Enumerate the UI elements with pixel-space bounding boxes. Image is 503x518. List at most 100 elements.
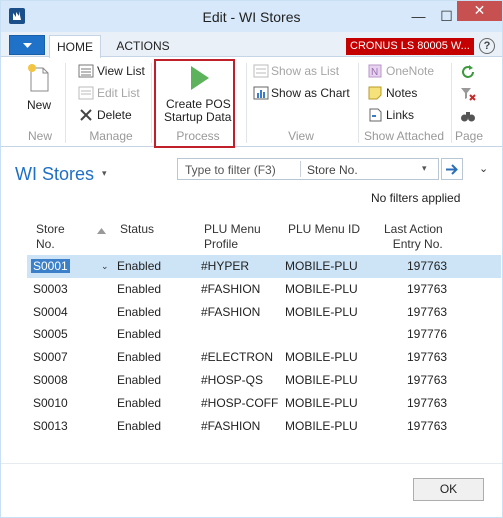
cell-plu-menu-id[interactable]: MOBILE-PLU <box>285 350 358 364</box>
page-title[interactable]: WI Stores <box>15 164 94 185</box>
cell-store-no[interactable]: S0013 <box>33 419 68 433</box>
company-badge[interactable]: CRONUS LS 80005 W... <box>346 38 474 55</box>
column-header-plu-menu-profile[interactable]: PLU Menu Profile <box>204 222 261 252</box>
cell-plu-menu-profile[interactable]: #ELECTRON <box>201 350 273 364</box>
cell-last-action-entry-no[interactable]: 197776 <box>407 327 447 341</box>
header-line: Status <box>120 222 155 236</box>
tab-home[interactable]: HOME <box>49 35 101 58</box>
delete-label: Delete <box>97 108 132 122</box>
cell-plu-menu-id[interactable]: MOBILE-PLU <box>285 419 358 433</box>
cell-store-no[interactable]: S0010 <box>33 396 68 410</box>
close-button[interactable]: ✕ <box>457 1 502 21</box>
table-row[interactable]: S0003 Enabled #FASHION MOBILE-PLU 197763 <box>27 278 501 301</box>
sort-ascending-icon <box>97 228 106 234</box>
cell-last-action-entry-no[interactable]: 197763 <box>407 259 447 273</box>
group-label-show-attached: Show Attached <box>363 129 445 143</box>
cell-last-action-entry-no[interactable]: 197763 <box>407 305 447 319</box>
cell-plu-menu-profile[interactable]: #HOSP-QS <box>201 373 263 387</box>
new-button-label: New <box>27 98 52 112</box>
filter-divider <box>300 161 301 177</box>
filter-field-select[interactable]: Store No. <box>307 163 358 177</box>
cell-status[interactable]: Enabled <box>117 259 161 273</box>
refresh-icon[interactable] <box>460 64 476 80</box>
filter-box: Type to filter (F3) Store No. ▾ <box>177 158 439 180</box>
table-row[interactable]: S0001 Enabled #HYPER MOBILE-PLU 197763 ⌄ <box>27 255 501 278</box>
notes-icon <box>368 86 382 100</box>
ribbon-divider <box>358 63 359 143</box>
cell-plu-menu-id[interactable]: MOBILE-PLU <box>285 259 358 273</box>
column-header-plu-menu-id[interactable]: PLU Menu ID <box>288 222 360 237</box>
minimize-button[interactable]: — <box>405 7 432 27</box>
show-as-chart-label: Show as Chart <box>271 86 350 100</box>
svg-text:N: N <box>371 67 378 78</box>
cell-last-action-entry-no[interactable]: 197763 <box>407 419 447 433</box>
cell-status[interactable]: Enabled <box>117 419 161 433</box>
show-as-chart-icon <box>253 86 269 100</box>
cell-plu-menu-id[interactable]: MOBILE-PLU <box>285 396 358 410</box>
filter-field-dropdown-icon[interactable]: ▾ <box>422 163 427 174</box>
table-row[interactable]: S0005 Enabled 197776 <box>27 323 501 346</box>
cell-plu-menu-profile[interactable]: #FASHION <box>201 305 260 319</box>
table-row[interactable]: S0007 Enabled #ELECTRON MOBILE-PLU 197763 <box>27 346 501 369</box>
ribbon-divider <box>451 63 452 143</box>
cell-last-action-entry-no[interactable]: 197763 <box>407 396 447 410</box>
cell-last-action-entry-no[interactable]: 197763 <box>407 350 447 364</box>
column-header-last-action-entry-no[interactable]: Last Action Entry No. <box>384 222 443 252</box>
find-binoculars-icon[interactable] <box>460 108 476 124</box>
table-row[interactable]: S0004 Enabled #FASHION MOBILE-PLU 197763 <box>27 301 501 324</box>
cell-plu-menu-profile[interactable]: #FASHION <box>201 282 260 296</box>
cell-last-action-entry-no[interactable]: 197763 <box>407 373 447 387</box>
cell-status[interactable]: Enabled <box>117 282 161 296</box>
header-line: No. <box>36 237 55 251</box>
links-label: Links <box>386 108 415 122</box>
table-row[interactable]: S0013 Enabled #FASHION MOBILE-PLU 197763 <box>27 415 501 438</box>
group-label-page: Page <box>454 129 484 143</box>
table-row[interactable]: S0008 Enabled #HOSP-QS MOBILE-PLU 197763 <box>27 369 501 392</box>
page-title-caret-icon[interactable]: ▾ <box>102 168 107 179</box>
edit-list-icon <box>78 86 94 100</box>
clear-filter-icon[interactable] <box>460 86 476 102</box>
header-line: Profile <box>204 237 239 251</box>
column-header-status[interactable]: Status <box>120 222 154 237</box>
help-icon[interactable]: ? <box>479 38 495 54</box>
edit-wi-stores-window: Edit - WI Stores — ☐ ✕ HOME ACTIONS CRON… <box>0 0 503 518</box>
column-header-store-no[interactable]: Store No. <box>36 222 65 252</box>
cell-status[interactable]: Enabled <box>117 396 161 410</box>
cell-plu-menu-profile[interactable]: #FASHION <box>201 419 260 433</box>
cell-plu-menu-profile[interactable]: #HOSP-COFF <box>201 396 278 410</box>
onenote-label: OneNote <box>386 64 435 78</box>
filter-input[interactable]: Type to filter (F3) <box>185 163 276 177</box>
tab-actions[interactable]: ACTIONS <box>111 37 175 57</box>
cell-plu-menu-profile[interactable]: #HYPER <box>201 259 249 273</box>
cell-plu-menu-id[interactable]: MOBILE-PLU <box>285 305 358 319</box>
ribbon-divider <box>151 63 152 143</box>
table-row[interactable]: S0010 Enabled #HOSP-COFF MOBILE-PLU 197763 <box>27 392 501 415</box>
cell-status[interactable]: Enabled <box>117 373 161 387</box>
title-bar: Edit - WI Stores — ☐ ✕ <box>1 1 502 32</box>
group-label-new: New <box>27 129 52 143</box>
cell-status[interactable]: Enabled <box>117 327 161 341</box>
cell-store-no[interactable]: S0007 <box>33 350 68 364</box>
header-line: PLU Menu <box>204 222 261 236</box>
no-filters-text: No filters applied <box>371 191 461 205</box>
application-menu-button[interactable] <box>9 35 45 55</box>
cell-store-no[interactable]: S0001 <box>31 259 70 273</box>
cell-plu-menu-id[interactable]: MOBILE-PLU <box>285 373 358 387</box>
cell-last-action-entry-no[interactable]: 197763 <box>407 282 447 296</box>
cell-plu-menu-id[interactable]: MOBILE-PLU <box>285 282 358 296</box>
apply-filter-button[interactable] <box>441 158 463 180</box>
ribbon-divider <box>246 63 247 143</box>
show-as-list-icon <box>253 64 269 78</box>
cell-store-no[interactable]: S0004 <box>33 305 68 319</box>
group-label-view: View <box>288 129 314 143</box>
maximize-button[interactable]: ☐ <box>433 7 460 27</box>
row-dropdown-icon[interactable]: ⌄ <box>101 261 109 272</box>
cell-store-no[interactable]: S0005 <box>33 327 68 341</box>
cell-store-no[interactable]: S0003 <box>33 282 68 296</box>
ok-button[interactable]: OK <box>413 478 484 501</box>
show-as-list-label: Show as List <box>271 64 340 78</box>
cell-status[interactable]: Enabled <box>117 305 161 319</box>
cell-store-no[interactable]: S0008 <box>33 373 68 387</box>
collapse-filter-pane-icon[interactable]: ⌄ <box>479 162 488 175</box>
cell-status[interactable]: Enabled <box>117 350 161 364</box>
